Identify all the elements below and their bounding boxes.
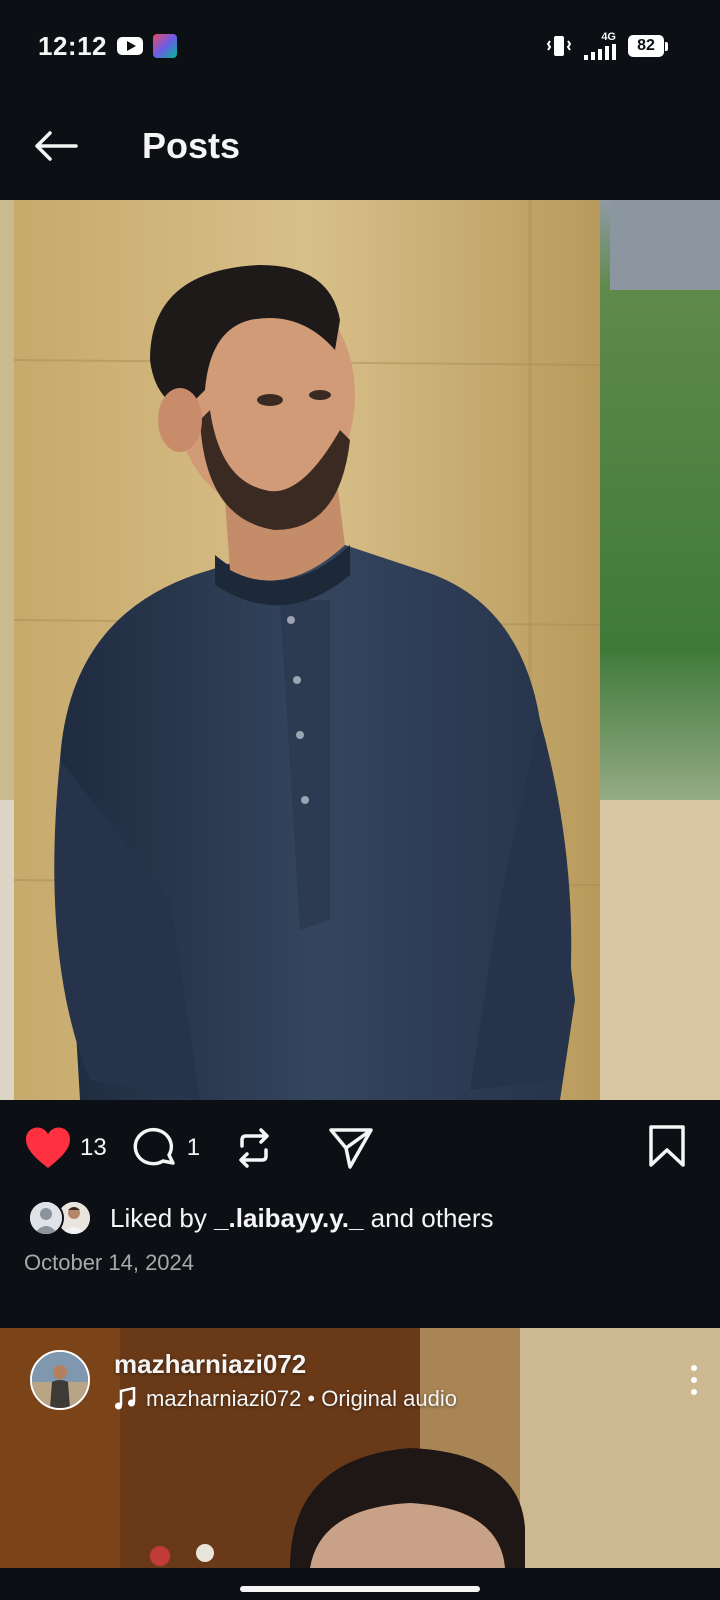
save-button[interactable] [648,1124,686,1173]
next-post-meta: mazharniazi072 mazharniazi072 • Original… [114,1349,457,1412]
more-vertical-icon [691,1365,697,1371]
liked-by-prefix: Liked by [110,1202,215,1233]
comments-count: 1 [186,1134,201,1161]
youtube-icon [117,37,143,55]
post-actions: 13 1 [0,1100,720,1196]
header: Posts [0,92,720,200]
battery-level: 82 [628,35,664,57]
signal-icon: 4G [584,32,616,60]
post-date: October 14, 2024 [24,1250,195,1275]
likes-count: 13 [80,1134,107,1161]
liked-by-suffix: and others [363,1202,494,1233]
app-notification-icon [153,34,177,58]
page-title: Posts [142,125,241,166]
bookmark-icon [649,1124,685,1167]
back-button[interactable] [28,118,84,174]
battery-icon: 82 [628,35,668,57]
liked-by-user[interactable]: _.laibayy.y._ [214,1203,363,1233]
status-right: 4G 82 [546,32,668,60]
music-note-icon [115,1386,136,1409]
avatar [28,1200,64,1236]
repost-icon [239,1128,269,1168]
heart-filled-icon [26,1127,70,1168]
vibrate-icon [546,36,572,56]
liker-avatars [28,1198,96,1238]
liked-by-text: Liked by _.laibayy.y._ and others [110,1203,494,1234]
like-button[interactable]: 13 [24,1126,107,1170]
gesture-bar[interactable] [240,1586,480,1592]
next-post-username[interactable]: mazharniazi072 [114,1349,457,1380]
arrow-left-icon [35,131,78,161]
next-post[interactable]: mazharniazi072 mazharniazi072 • Original… [0,1328,720,1568]
more-options-button[interactable] [678,1356,710,1404]
repost-button[interactable] [234,1126,274,1170]
share-icon [329,1128,373,1169]
liked-by-row[interactable]: Liked by _.laibayy.y._ and others [28,1196,494,1240]
next-post-audio-text: mazharniazi072 • Original audio [146,1385,457,1411]
share-button[interactable] [328,1126,374,1170]
next-post-header: mazharniazi072 mazharniazi072 • Original… [30,1348,710,1412]
comment-icon [133,1127,175,1166]
next-post-audio[interactable]: mazharniazi072 • Original audio [114,1386,457,1412]
post-photo[interactable] [0,200,720,1100]
signal-bars [584,44,616,60]
navigation-area [0,1568,720,1600]
status-bar: 12:12 4G 82 [0,0,720,92]
status-time: 12:12 [38,30,107,61]
status-left: 12:12 [38,31,177,62]
network-type: 4G [601,31,616,43]
avatar[interactable] [30,1350,90,1410]
comment-button[interactable]: 1 [133,1125,200,1171]
